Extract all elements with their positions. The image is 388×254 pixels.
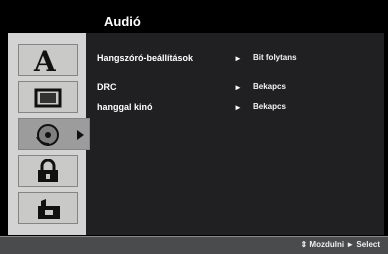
setting-value: Bekapcs [253,82,286,91]
lock-icon [38,159,58,182]
display-icon [34,88,62,108]
sidebar-item-settings[interactable] [18,192,78,224]
sidebar-active-arrow-icon [77,130,84,140]
settings-icon [38,199,60,219]
settings-content [86,33,384,235]
title-bar: Audió [98,12,388,34]
setting-value: Bekapcs [253,102,286,111]
sidebar-item-lock[interactable] [18,155,78,187]
sidebar-item-language[interactable]: A [18,44,78,76]
sidebar-item-display[interactable] [18,81,78,113]
setting-value: Bit folytans [253,53,297,62]
navigation-hint: ⇕ Mozdulni ► Select [300,240,380,249]
setting-label: DRC [97,82,117,92]
setting-label: Hangszóró-beállítások [97,53,194,63]
right-arrow-icon: ► [234,103,242,112]
dvd-setup-screen: Audió A Hangszóró-beállítások ► Bit foly… [0,0,388,254]
language-icon: A [33,48,57,74]
sidebar-item-audio[interactable] [18,118,90,150]
sidebar: A [12,40,90,234]
setting-label: hanggal kinó [97,102,153,112]
audio-disc-icon [36,124,59,146]
right-arrow-icon: ► [234,83,242,92]
right-arrow-icon: ► [234,54,242,63]
status-bar: ⇕ Mozdulni ► Select [0,236,388,254]
page-title: Audió [104,14,141,29]
svg-text:A: A [33,48,57,74]
